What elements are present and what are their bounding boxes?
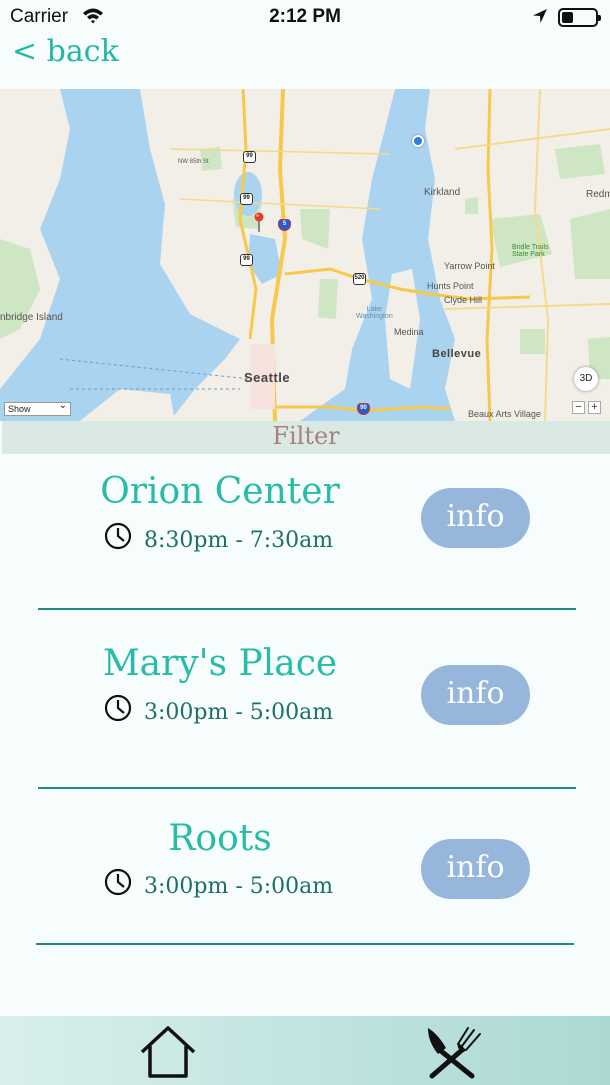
map-label-hunts-point: Hunts Point [427, 281, 474, 291]
hours-text: 3:00pm - 5:00am [144, 874, 334, 899]
filter-button[interactable]: Filter [2, 421, 610, 454]
map-label-bellevue: Bellevue [432, 348, 482, 360]
hours-text: 8:30pm - 7:30am [144, 528, 334, 553]
clock-icon [104, 694, 132, 728]
back-button[interactable]: < back [12, 34, 119, 69]
info-button[interactable]: info [421, 839, 530, 899]
map-label-kirkland: Kirkland [424, 187, 461, 198]
location-arrow-icon [532, 8, 548, 29]
map-label-bainbridge: nbridge Island [0, 312, 63, 323]
map-label-street: NW 85th St [178, 159, 209, 165]
tab-bar [0, 1016, 610, 1085]
highway-shield: 99 [240, 254, 253, 266]
map-label-redmond: Redm [586, 189, 610, 200]
fork-knife-icon[interactable] [422, 1024, 484, 1085]
place-hours: 8:30pm - 7:30am [104, 522, 334, 558]
battery-icon [558, 8, 601, 27]
map-view[interactable]: Seattle Bellevue Kirkland Redm Yarrow Po… [0, 89, 610, 421]
map-label-bridle-trails: Bridle Trails State Park [512, 244, 549, 258]
map-label-lake-washington: Lake Washington [356, 306, 393, 320]
clock-icon [104, 868, 132, 902]
zoom-out-button[interactable]: − [572, 401, 585, 414]
place-name: Mary's Place [102, 643, 338, 684]
highway-shield: 520 [353, 273, 366, 285]
place-name: Orion Center [100, 471, 340, 512]
map-label-beaux-arts: Beaux Arts Village [468, 409, 541, 419]
place-name: Roots [168, 818, 272, 859]
show-select[interactable]: Show [4, 400, 71, 416]
map-label-clyde-hill: Clyde Hill [444, 295, 483, 305]
list-item: Roots 3:00pm - 5:00am info [0, 818, 610, 948]
highway-shield: 99 [240, 193, 253, 205]
clock-time: 2:12 PM [269, 6, 341, 27]
map-pin-icon[interactable] [253, 212, 265, 237]
info-button[interactable]: info [421, 665, 530, 725]
divider [38, 787, 576, 789]
map-label-yarrow-point: Yarrow Point [444, 261, 495, 271]
current-location-icon [412, 135, 424, 147]
home-icon[interactable] [138, 1024, 198, 1085]
hours-text: 3:00pm - 5:00am [144, 700, 334, 725]
map-label-seattle: Seattle [244, 370, 291, 385]
highway-shield: 99 [243, 151, 256, 163]
place-hours: 3:00pm - 5:00am [104, 868, 334, 904]
map-3d-button[interactable]: 3D [574, 367, 598, 391]
status-bar: Carrier 2:12 PM [0, 0, 610, 34]
divider [36, 943, 574, 945]
info-button[interactable]: info [421, 488, 530, 548]
clock-icon [104, 522, 132, 556]
place-hours: 3:00pm - 5:00am [104, 694, 334, 730]
divider [38, 608, 576, 610]
list-item: Orion Center 8:30pm - 7:30am info [0, 468, 610, 618]
zoom-in-button[interactable]: + [588, 401, 601, 414]
map-label-medina: Medina [394, 327, 424, 337]
list-item: Mary's Place 3:00pm - 5:00am info [0, 640, 610, 790]
